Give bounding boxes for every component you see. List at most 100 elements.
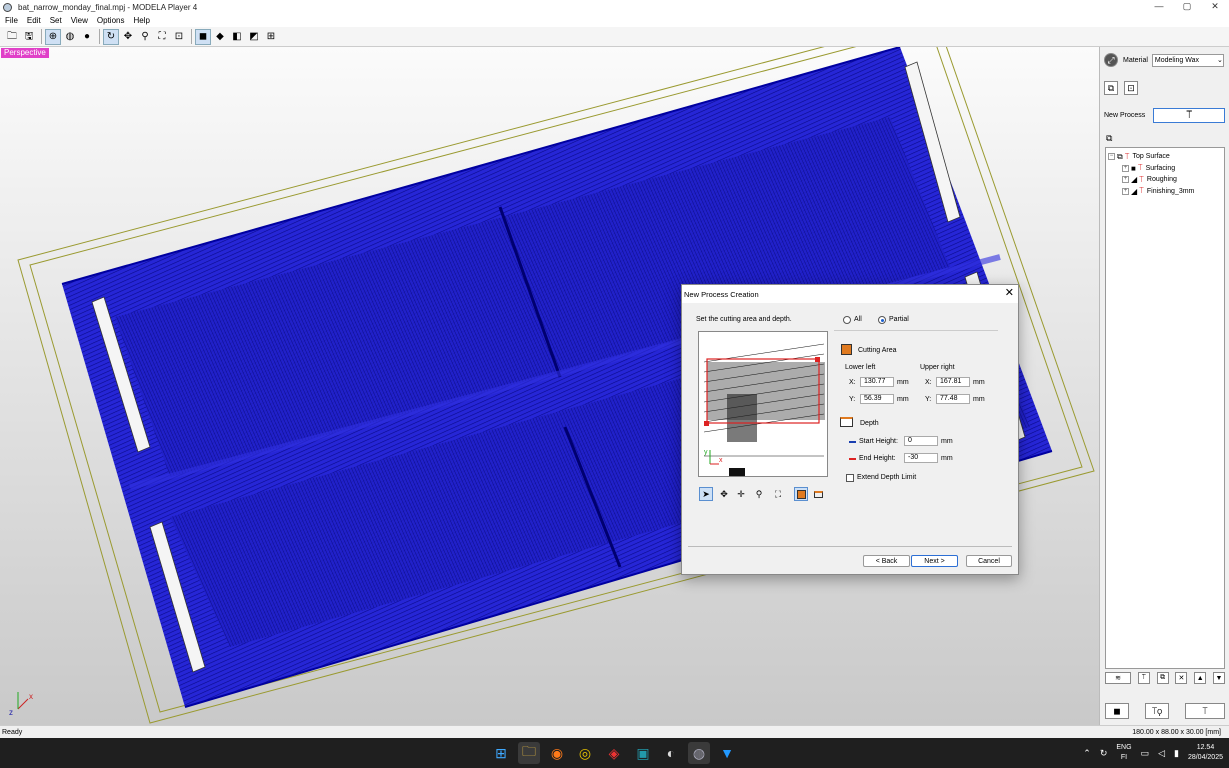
lower-left-y-input[interactable]: 56.39 [860, 394, 894, 404]
radio-all[interactable] [843, 316, 851, 324]
start-height-marker [849, 441, 856, 443]
x-label: X: [925, 379, 932, 386]
pan-icon[interactable]: ✥ [717, 487, 731, 501]
layout-code: FI [1120, 754, 1128, 761]
menu-view[interactable]: View [71, 16, 88, 25]
sync-icon[interactable]: ↻ [1100, 748, 1108, 759]
save-icon[interactable]: 🖫 [21, 29, 37, 45]
fit-icon[interactable]: ⛶ [154, 29, 170, 45]
file-explorer-icon[interactable]: 🗀 [518, 742, 540, 764]
app-icon[interactable]: ◈ [603, 742, 625, 764]
modela-player-icon[interactable]: ◍ [688, 742, 710, 764]
zoom-icon[interactable]: ⚲ [137, 29, 153, 45]
cube-iso-icon[interactable]: ◩ [246, 29, 262, 45]
move-down-icon[interactable]: ▼ [1212, 672, 1225, 684]
tree-node-roughing[interactable]: + ◢ ⟙ Roughing [1108, 174, 1222, 186]
chevron-up-icon[interactable]: ⌃ [1083, 748, 1091, 759]
process-tree[interactable]: − ⧉ ⟙ Top Surface + ■ ⟙ Surfacing + ◢ ⟙ … [1105, 147, 1225, 669]
minimize-button[interactable]: — [1145, 0, 1173, 14]
close-window-button[interactable]: ✕ [1201, 0, 1229, 14]
handle-lower-left[interactable] [704, 421, 709, 426]
next-button[interactable]: Next > [911, 555, 958, 567]
network-icon[interactable]: ▭ [1141, 748, 1150, 759]
delete-icon[interactable]: ✕ [1175, 672, 1188, 684]
area-preview[interactable]: y x [698, 331, 828, 477]
title-bar: bat_narrow_monday_final.mpj - MODELA Pla… [0, 0, 1229, 14]
tree-node-surfacing[interactable]: + ■ ⟙ Surfacing [1108, 163, 1222, 175]
clock[interactable]: 12.54 28/04/2025 [1188, 743, 1223, 763]
tool-icon: ⟙ [1137, 163, 1143, 173]
path-preview-icon[interactable]: ≋ [1105, 672, 1131, 684]
new-process-button[interactable]: ⟙ [1153, 108, 1226, 123]
extend-depth-checkbox[interactable] [846, 474, 854, 482]
view-mode-label[interactable]: Perspective [1, 48, 49, 58]
move-up-icon[interactable]: ▲ [1194, 672, 1207, 684]
app-icon[interactable]: ▣ [632, 742, 654, 764]
stock-settings-icon[interactable]: ⧉ [1104, 81, 1118, 95]
radio-all-label: All [854, 316, 862, 323]
multi-view-icon[interactable]: ⊞ [263, 29, 279, 45]
app-icon[interactable]: ◐ [660, 742, 682, 764]
cut-icon[interactable]: ⟙ [1185, 703, 1225, 719]
cancel-button[interactable]: Cancel [966, 555, 1012, 567]
battery-icon[interactable]: ▮ [1174, 748, 1179, 759]
radio-partial[interactable] [878, 316, 886, 324]
back-button[interactable]: < Back [863, 555, 910, 567]
handle-upper-right[interactable] [815, 357, 820, 362]
tree-node-finishing[interactable]: + ◢ ⟙ Finishing_3mm [1108, 186, 1222, 198]
select-arrow-icon[interactable]: ➤ [699, 487, 713, 501]
depth-mode-icon[interactable] [811, 487, 825, 501]
fit-icon[interactable]: ⛶ [771, 487, 785, 501]
maximize-button[interactable]: ▢ [1173, 0, 1201, 14]
unit-label: mm [941, 455, 953, 462]
rotate-icon[interactable]: ↻ [103, 28, 119, 45]
upper-right-y-input[interactable]: 77.48 [936, 394, 970, 404]
cube-front-icon[interactable]: ◼ [195, 28, 211, 45]
collapse-tree-icon[interactable]: ⧉ [1106, 133, 1112, 144]
start-height-input[interactable]: 0 [904, 436, 938, 446]
material-select[interactable]: Modeling Wax ⌄ [1151, 53, 1224, 67]
menu-edit[interactable]: Edit [27, 16, 41, 25]
zoom-icon[interactable]: ⚲ [752, 487, 766, 501]
surface-icon: ⧉ [1117, 151, 1123, 161]
close-icon[interactable]: ✕ [1005, 286, 1014, 299]
tree-expander[interactable]: − [1108, 153, 1115, 161]
tree-expander[interactable]: + [1122, 176, 1129, 184]
menu-help[interactable]: Help [133, 16, 149, 25]
tree-expander[interactable]: + [1122, 164, 1129, 172]
tree-expander[interactable]: + [1122, 187, 1129, 195]
menu-options[interactable]: Options [97, 16, 125, 25]
menu-set[interactable]: Set [50, 16, 62, 25]
volume-icon[interactable]: ◁ [1158, 748, 1165, 759]
menu-file[interactable]: File [5, 16, 18, 25]
axis-z-label: z [9, 708, 13, 717]
view-globe-icon[interactable]: ⊕ [45, 28, 61, 45]
move-icon[interactable]: ✛ [734, 487, 748, 501]
tree-label: Top Surface [1132, 153, 1170, 161]
pan-icon[interactable]: ✥ [120, 29, 136, 45]
tree-node-top-surface[interactable]: − ⧉ ⟙ Top Surface [1108, 151, 1222, 163]
area-mode-icon[interactable] [794, 487, 808, 501]
edit-tool-icon[interactable]: ⟙ [1137, 672, 1150, 684]
end-height-input[interactable]: -30 [904, 453, 938, 463]
view-sphere-icon[interactable]: ● [79, 29, 95, 45]
stop-icon[interactable]: ◼ [1105, 703, 1129, 719]
mill-tool-icon: ⟙ [1186, 110, 1193, 121]
language-indicator[interactable]: ENG FI [1116, 743, 1131, 763]
firefox-icon[interactable]: ◉ [546, 742, 568, 764]
model-settings-icon[interactable]: ⊡ [1124, 81, 1138, 95]
upper-right-x-input[interactable]: 167.81 [936, 377, 970, 387]
menu-bar: File Edit Set View Options Help [0, 14, 1229, 27]
view-wire-icon[interactable]: ◍ [62, 29, 78, 45]
y-label: Y: [925, 396, 932, 403]
cube-side-icon[interactable]: ◧ [229, 29, 245, 45]
lower-left-x-input[interactable]: 130.77 [860, 377, 894, 387]
chrome-icon[interactable]: ◎ [574, 742, 596, 764]
open-folder-icon[interactable]: 🗀 [4, 29, 20, 45]
copy-icon[interactable]: ⧉ [1156, 672, 1169, 684]
preview-cut-icon[interactable]: ⟙⚲ [1145, 703, 1169, 719]
start-icon[interactable]: ⊞ [490, 742, 512, 764]
zoom-window-icon[interactable]: ⊡ [171, 29, 187, 45]
app-icon[interactable]: ▼ [716, 742, 738, 764]
cube-top-icon[interactable]: ◆ [212, 29, 228, 45]
